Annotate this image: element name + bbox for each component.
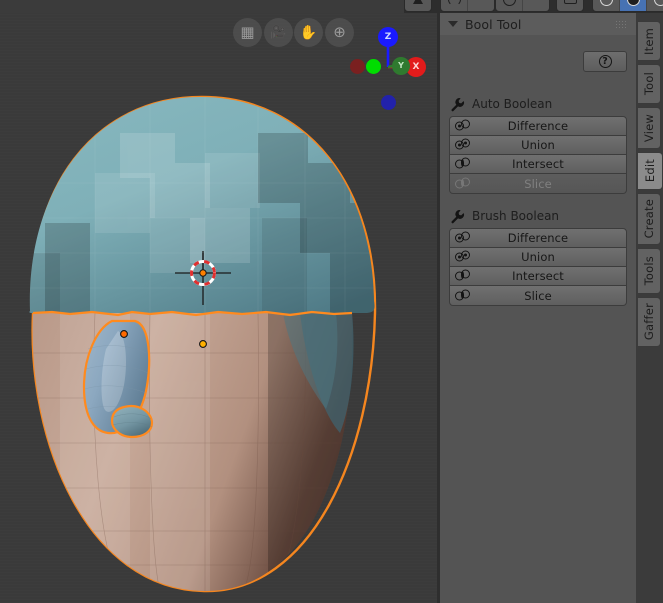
tab-item[interactable]: Item [638,21,661,61]
boolean-union-icon [455,250,473,264]
material-preview-shading-icon[interactable] [646,0,663,11]
boolean-intersect-icon [455,157,473,171]
brush-boolean-section: Brush Boolean Difference Union Intersect Sli… [440,207,636,306]
gizmo-axis-z-positive[interactable]: Z [378,27,398,47]
auto-intersect-button[interactable]: Intersect [450,155,626,174]
tab-label: Gaffer [642,303,656,341]
boolean-difference-icon [455,119,473,133]
button-label: Slice [524,288,552,303]
auto-union-button[interactable]: Union [450,136,626,155]
proportional-edit-icon[interactable] [496,0,522,11]
grid-icon: ▦ [240,23,255,41]
tab-create[interactable]: Create [638,193,661,245]
auto-boolean-section-header: Auto Boolean [440,95,636,113]
magnet-icon[interactable] [441,0,467,11]
hand-icon: ✋ [299,24,318,41]
magnet-icon [447,0,461,6]
overlay-toggle-icon[interactable] [557,0,583,11]
button-label: Intersect [512,269,564,283]
snap-target-dropdown [475,0,488,6]
boolean-difference-icon [455,231,473,245]
sidebar-tabs: Item Tool View Edit Create Tools Gaffer [636,13,663,603]
brush-difference-button[interactable]: Difference [450,229,626,248]
panel-header[interactable]: Bool Tool [440,13,636,36]
falloff-dropdown [530,0,543,6]
solid-shading-icon [626,0,640,6]
triangle-down-icon[interactable] [448,21,458,27]
section-label: Auto Boolean [472,97,553,111]
brush-intersect-button[interactable]: Intersect [450,267,626,286]
boolean-union-icon [455,138,473,152]
button-label: Difference [507,119,569,133]
button-label: Difference [507,231,569,245]
tab-edit[interactable]: Edit [638,152,663,190]
button-label: Slice [524,176,552,191]
question-mark-icon: ? [598,55,612,68]
tab-tool[interactable]: Tool [638,64,661,104]
shading-modes-group [592,0,663,12]
material-preview-shading-icon [653,0,663,6]
3d-viewport[interactable]: ▦ 🎥 ✋ ⊕ Z X Y [0,13,437,603]
wrench-icon [450,209,465,224]
tab-label: Tool [642,72,656,96]
boolean-slice-icon [455,177,473,190]
panel-title: Bool Tool [465,16,522,32]
falloff-dropdown[interactable] [522,0,549,11]
brush-boolean-section-buttons: Difference Union Intersect Slice [449,228,627,306]
tab-tools[interactable]: Tools [638,248,661,294]
tab-label: Item [642,27,656,55]
snap-target-dropdown[interactable] [467,0,494,11]
magnifier-icon: ⊕ [333,23,346,41]
arrow-up-icon [413,0,423,4]
button-label: Intersect [512,157,564,171]
bool-tool-panel: Bool Tool ? Auto Boolean Difference Union I… [440,13,636,603]
boolean-slice-icon [455,289,473,302]
transform-orientation-group [404,0,432,12]
camera-icon: 🎥 [270,25,287,40]
gizmo-axis-z-negative[interactable] [381,95,396,110]
help-row: ? [440,51,636,72]
tab-label: View [642,113,656,143]
wireframe-shading-icon[interactable] [593,0,619,11]
tab-gaffer[interactable]: Gaffer [638,297,661,347]
toggle-grid-button[interactable]: ▦ [233,18,262,47]
wrench-icon [450,97,465,112]
wireframe-shading-icon [599,0,613,6]
brush-slice-button[interactable]: Slice [450,286,626,305]
overlays-group [556,0,584,12]
overlay-toggle-icon [563,0,577,4]
auto-difference-button[interactable]: Difference [450,117,626,136]
gizmo-axis-x-negative[interactable] [350,59,365,74]
button-label: Union [521,138,555,152]
navigation-gizmo[interactable]: Z X Y [348,17,436,117]
boolean-intersect-icon [455,269,473,283]
section-label: Brush Boolean [472,209,560,223]
proportional-edit-group [495,0,550,12]
tab-label: Edit [643,159,657,183]
gizmo-axis-y-positive[interactable]: Y [392,57,410,75]
blender-window: ▦ 🎥 ✋ ⊕ Z X Y Bool Tool ? Auto Boolean D… [0,0,663,603]
drag-grip-icon[interactable] [616,21,627,28]
solid-shading-icon[interactable] [619,0,646,11]
camera-view-button[interactable]: 🎥 [264,18,293,47]
auto-boolean-section-buttons: Difference Union Intersect Slice [449,116,627,194]
viewport-header-toolbar [0,0,663,13]
tab-label: Tools [642,256,656,286]
pan-view-button[interactable]: ✋ [294,18,323,47]
gizmo-axis-y-negative[interactable] [366,59,381,74]
brush-union-button[interactable]: Union [450,248,626,267]
brush-boolean-section-header: Brush Boolean [440,207,636,225]
snapping-group [440,0,495,12]
proportional-edit-icon [502,0,516,6]
auto-boolean-section: Auto Boolean Difference Union Intersect Slic… [440,95,636,194]
auto-slice-button: Slice [450,174,626,193]
toolbar-left-filler [0,0,404,13]
arrow-up-icon[interactable] [405,0,431,11]
panel-body: ? Auto Boolean Difference Union Intersect Sl… [440,35,636,603]
tab-view[interactable]: View [638,107,661,149]
button-label: Union [521,250,555,264]
help-button[interactable]: ? [583,51,627,72]
tab-label: Create [642,199,656,239]
